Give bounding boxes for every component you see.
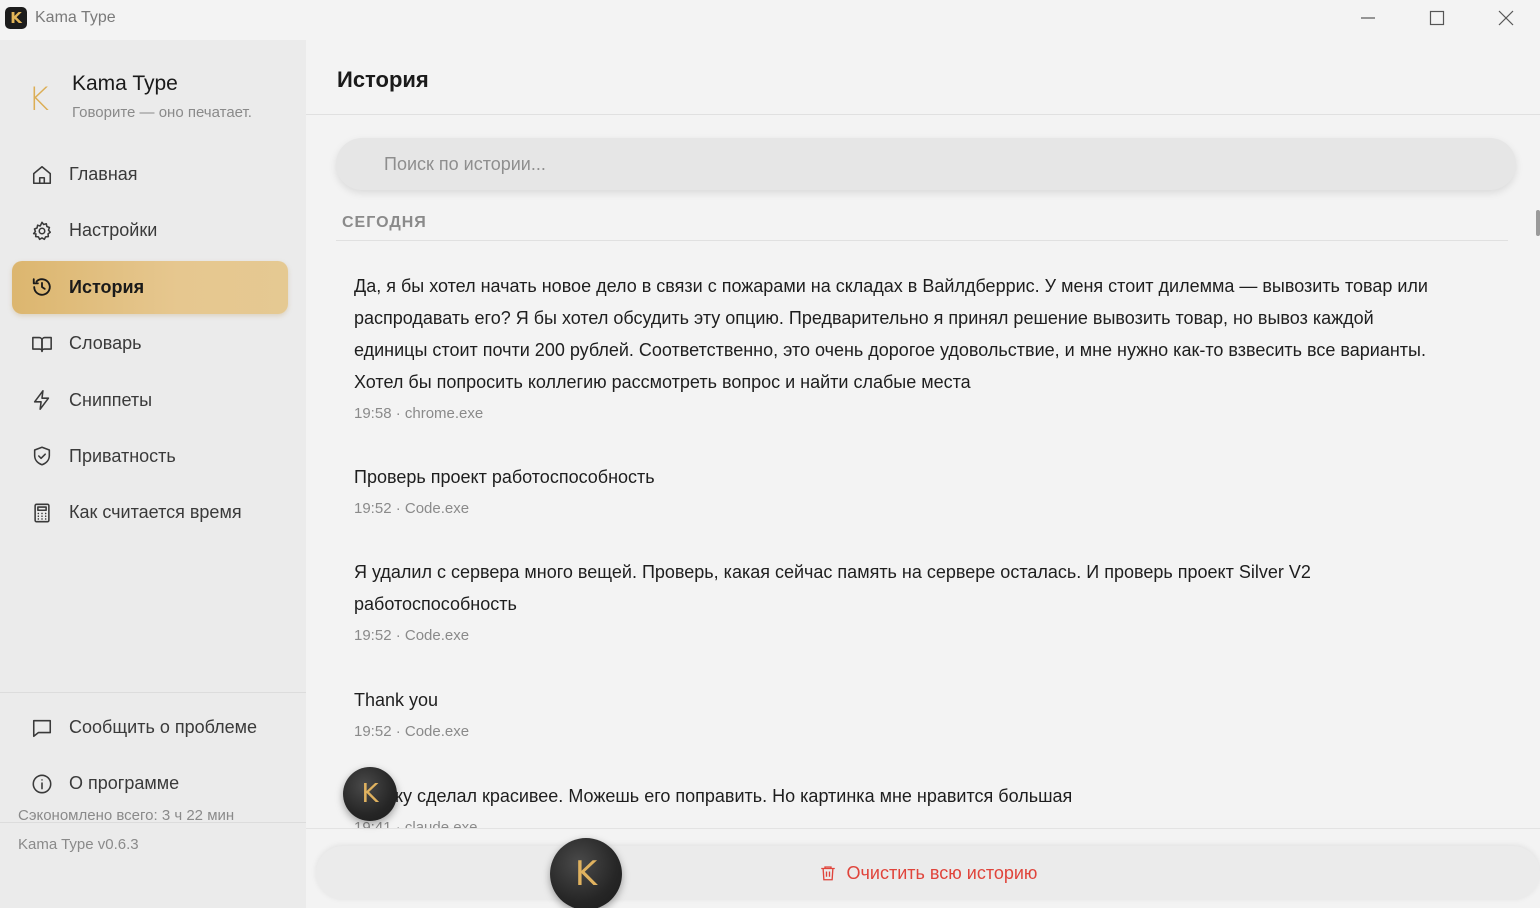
- history-icon: [30, 275, 54, 299]
- sidebar-item-snippets[interactable]: Сниппеты: [12, 374, 288, 427]
- sidebar: K Kama Type Говорите — оно печатает. Гла…: [0, 40, 306, 908]
- sidebar-item-label: Как считается время: [69, 502, 242, 523]
- sidebar-divider: [0, 692, 306, 693]
- window-title: Kama Type: [35, 9, 116, 26]
- sidebar-item-label: Сниппеты: [69, 389, 153, 410]
- sidebar-item-label: История: [69, 276, 145, 297]
- history-entry[interactable]: Thank you 19:52 · Code.exe: [354, 684, 1444, 740]
- sidebar-bottom-nav: Сообщить о проблеме О программе: [12, 701, 288, 814]
- history-list[interactable]: Да, я бы хотел начать новое дело в связи…: [354, 40, 1454, 828]
- floating-dictation-button[interactable]: K: [550, 838, 622, 908]
- window-controls: [1333, 0, 1540, 36]
- trash-icon: [820, 866, 835, 881]
- history-entry-meta: 19:41 · claude.exe: [354, 819, 478, 828]
- app-version: Kama Type v0.6.3: [18, 836, 139, 853]
- history-entry-meta: 19:52 · Code.exe: [354, 723, 470, 740]
- sidebar-item-label: Настройки: [69, 220, 158, 241]
- history-entry-text: Иконку сделал красивее. Можешь его попра…: [354, 786, 1073, 806]
- about-button[interactable]: О программе: [12, 757, 288, 810]
- clear-history-button[interactable]: Очистить всю историю: [819, 862, 1038, 884]
- sidebar-item-label: Приватность: [69, 445, 176, 466]
- history-entry[interactable]: Иконку сделал красивее. Можешь его попра…: [354, 780, 1444, 828]
- main-panel: История СЕГОДНЯ Да, я бы хотел начать но…: [306, 40, 1540, 908]
- app-icon: K: [5, 7, 27, 29]
- minimize-button[interactable]: [1333, 0, 1402, 36]
- history-entry[interactable]: Да, я бы хотел начать новое дело в связи…: [354, 270, 1444, 422]
- close-button[interactable]: [1471, 0, 1540, 36]
- title-bar: K Kama Type: [0, 0, 1540, 36]
- sidebar-item-time-calculation[interactable]: Как считается время: [12, 486, 288, 539]
- history-entry[interactable]: Я удалил с сервера много вещей. Проверь,…: [354, 556, 1444, 644]
- maximize-icon: [1429, 10, 1444, 26]
- history-entry-meta: 19:52 · Code.exe: [354, 500, 470, 517]
- home-icon: [30, 163, 54, 187]
- brand-name: Kama Type: [72, 72, 178, 95]
- saved-time-total: Сэкономлено всего: 3 ч 22 мин: [18, 807, 235, 824]
- report-problem-button[interactable]: Сообщить о проблеме: [12, 701, 288, 754]
- info-icon: [30, 772, 54, 796]
- history-entry-text: Thank you: [354, 690, 439, 710]
- history-entry-text: Да, я бы хотел начать новое дело в связи…: [354, 276, 1428, 392]
- brand-logo: K: [28, 80, 49, 118]
- about-label: О программе: [69, 773, 180, 794]
- report-problem-label: Сообщить о проблеме: [69, 717, 257, 737]
- clear-history-label: Очистить всю историю: [846, 862, 1038, 883]
- maximize-button[interactable]: [1402, 0, 1471, 36]
- history-entry-meta: 19:52 · Code.exe: [354, 627, 470, 644]
- close-icon: [1498, 10, 1513, 26]
- sidebar-item-label: Главная: [69, 164, 138, 184]
- sidebar-item-settings[interactable]: Настройки: [12, 204, 288, 257]
- sidebar-nav: Главная Настройки История Словарь Сниппе…: [12, 148, 288, 543]
- message-icon: [30, 716, 54, 740]
- brand: K Kama Type Говорите — оно печатает.: [0, 66, 306, 136]
- brand-tagline: Говорите — оно печатает.: [72, 104, 252, 121]
- history-entry-text: Я удалил с сервера много вещей. Проверь,…: [354, 562, 1311, 614]
- sidebar-footer: Сэкономлено всего: 3 ч 22 мин Kama Type …: [18, 806, 234, 864]
- sidebar-item-history[interactable]: История: [12, 260, 288, 314]
- book-icon: [30, 332, 54, 356]
- history-entry-meta: 19:58 · chrome.exe: [354, 405, 484, 422]
- minimize-icon: [1360, 17, 1375, 19]
- sidebar-item-home[interactable]: Главная: [12, 148, 288, 201]
- sidebar-item-label: Словарь: [69, 333, 142, 354]
- sidebar-item-privacy[interactable]: Приватность: [12, 430, 288, 483]
- history-entry-text: Проверь проект работоспособность: [354, 467, 655, 487]
- list-bottom-divider: [306, 828, 1540, 829]
- bottom-action-bar: Очистить всю историю: [316, 846, 1540, 900]
- sidebar-item-dictionary[interactable]: Словарь: [12, 317, 288, 370]
- calculator-icon: [30, 501, 54, 525]
- scrollbar-thumb[interactable]: [1536, 210, 1540, 236]
- shield-icon: [30, 444, 54, 468]
- floating-dictation-button-small[interactable]: K: [343, 767, 397, 821]
- history-entry[interactable]: Проверь проект работоспособность 19:52 ·…: [354, 461, 1444, 517]
- lightning-icon: [30, 388, 54, 412]
- gear-icon: [30, 219, 54, 243]
